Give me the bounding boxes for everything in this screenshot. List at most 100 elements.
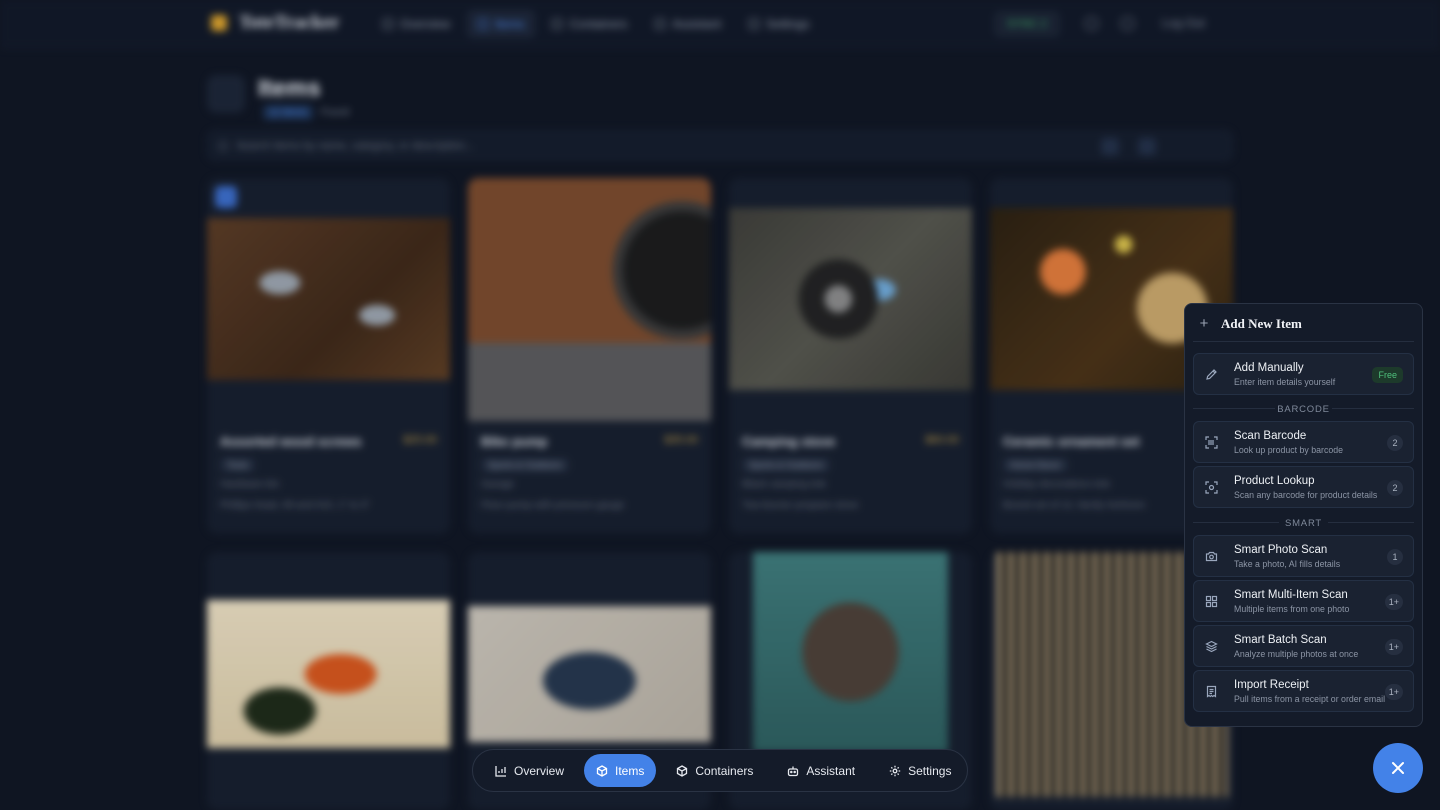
item-card[interactable]: Assorted wood screws $25.00 Tools Hardwa… <box>207 178 450 534</box>
container-icon <box>552 19 563 29</box>
item-description: Boxed set of 12, family heirloom <box>1003 500 1146 511</box>
logout-button[interactable]: Log Out <box>1162 16 1205 30</box>
smart-photo-scan-option[interactable]: Smart Photo Scan Take a photo, AI fills … <box>1193 535 1414 577</box>
item-card[interactable]: Bike pump $35.00 Sports & Outdoors Garag… <box>468 178 711 534</box>
item-card[interactable] <box>207 552 450 810</box>
add-new-item-panel: + Add New Item Add Manually Enter item d… <box>1184 303 1423 727</box>
credit-badge: 1+ <box>1384 684 1403 700</box>
camera-icon <box>1205 550 1218 563</box>
chart-icon <box>495 765 506 777</box>
option-title: Add Manually <box>1234 362 1304 374</box>
top-nav-items[interactable]: Items <box>467 10 536 38</box>
free-badge: Free <box>1372 367 1403 383</box>
bottom-nav-containers[interactable]: Containers <box>662 754 767 787</box>
bottom-nav-settings[interactable]: Settings <box>875 754 965 787</box>
item-location: Holiday decorations tote <box>1003 479 1111 490</box>
item-count-badge: 12 items <box>263 105 313 120</box>
box-icon <box>478 19 489 29</box>
barcode-scan-icon <box>1205 436 1218 449</box>
box-icon <box>596 764 608 777</box>
item-price: $35.00 <box>664 434 698 446</box>
filter-icon[interactable] <box>1070 138 1088 155</box>
grid-view-icon[interactable] <box>1101 138 1119 155</box>
select-checkbox[interactable] <box>215 186 237 208</box>
credit-badge: 2 <box>1387 480 1403 496</box>
item-count-suffix: Found <box>320 107 350 118</box>
panel-title: Add New Item <box>1221 316 1302 331</box>
divider <box>1328 522 1414 523</box>
panel-header: + Add New Item <box>1197 316 1302 332</box>
top-nav-label: Settings <box>766 17 810 31</box>
bottom-nav-assistant[interactable]: Assistant <box>773 754 869 787</box>
product-lookup-option[interactable]: Product Lookup Scan any barcode for prod… <box>1193 466 1414 508</box>
search-icon <box>218 141 228 151</box>
scan-barcode-option[interactable]: Scan Barcode Look up product by barcode … <box>1193 421 1414 463</box>
close-fab-button[interactable] <box>1373 743 1423 793</box>
top-nav-containers[interactable]: Containers <box>541 10 638 38</box>
brand-name: ToteTracker <box>239 12 340 33</box>
list-view-icon[interactable] <box>1138 138 1156 155</box>
help-icon[interactable] <box>1085 17 1098 30</box>
item-photo <box>729 208 972 390</box>
option-subtitle: Pull items from a receipt or order email <box>1234 694 1386 704</box>
gear-icon <box>889 765 901 776</box>
item-category: Tools <box>220 458 256 472</box>
bottom-nav-label: Containers <box>695 763 754 778</box>
item-description: Two-burner propane stove <box>742 500 859 511</box>
layers-icon[interactable] <box>1174 138 1192 155</box>
top-nav-assistant[interactable]: Assistant <box>644 10 732 38</box>
item-photo <box>207 600 450 748</box>
option-subtitle: Scan any barcode for product details <box>1234 490 1378 500</box>
top-nav-label: Overview <box>400 17 451 31</box>
top-navbar: ToteTracker Overview Items Containers As… <box>0 0 1440 48</box>
credit-badge: 2 <box>1387 435 1403 451</box>
top-nav-overview[interactable]: Overview <box>372 10 461 38</box>
item-title: Bike pump <box>481 434 548 449</box>
item-category: Sports & Outdoors <box>742 458 831 472</box>
sync-status-pill[interactable]: SYNC 2 <box>994 11 1060 37</box>
item-location: Black camping tote <box>742 479 827 490</box>
layers-icon <box>1205 640 1218 653</box>
search-bar[interactable]: Search items by name, category, or descr… <box>207 130 1233 161</box>
bottom-nav-label: Assistant <box>806 763 856 778</box>
account-icon[interactable] <box>1121 17 1134 30</box>
bot-icon <box>655 19 666 29</box>
item-card[interactable]: Camping stove $60.00 Sports & Outdoors B… <box>729 178 972 534</box>
item-photo <box>468 606 711 742</box>
chart-icon <box>383 19 393 29</box>
item-price: $60.00 <box>925 434 959 446</box>
bottom-nav-overview[interactable]: Overview <box>481 754 578 787</box>
section-label-barcode: BARCODE <box>1277 404 1330 415</box>
smart-batch-scan-option[interactable]: Smart Batch Scan Analyze multiple photos… <box>1193 625 1414 667</box>
search-placeholder: Search items by name, category, or descr… <box>236 140 475 152</box>
bottom-nav: Overview Items Containers Assistant Sett… <box>472 749 968 792</box>
option-subtitle: Look up product by barcode <box>1234 445 1344 455</box>
credit-badge: 1+ <box>1384 594 1403 610</box>
smart-multi-item-scan-option[interactable]: Smart Multi-Item Scan Multiple items fro… <box>1193 580 1414 622</box>
brand[interactable]: ToteTracker <box>211 12 339 34</box>
item-category: Home Decor <box>1003 458 1068 472</box>
plus-icon: + <box>1199 315 1209 332</box>
option-title: Smart Multi-Item Scan <box>1234 589 1348 601</box>
bottom-nav-label: Overview <box>514 763 565 778</box>
scan-frame-icon <box>1205 481 1218 494</box>
settings-icon[interactable] <box>1210 138 1228 155</box>
add-manually-option[interactable]: Add Manually Enter item details yourself… <box>1193 353 1414 395</box>
item-photo <box>207 218 450 380</box>
top-nav-settings[interactable]: Settings <box>738 10 820 38</box>
grid-icon <box>1205 595 1218 608</box>
item-category: Sports & Outdoors <box>481 458 570 472</box>
item-location: Garage <box>481 479 515 490</box>
credit-badge: 1 <box>1387 549 1403 565</box>
import-receipt-option[interactable]: Import Receipt Pull items from a receipt… <box>1193 670 1414 712</box>
item-title: Ceramic ornament set <box>1003 434 1140 449</box>
divider <box>1332 408 1414 409</box>
item-location: Hardware bin <box>220 479 280 490</box>
bottom-nav-label: Items <box>615 763 645 778</box>
container-icon <box>677 764 688 777</box>
item-price: $25.00 <box>403 434 437 446</box>
section-label-smart: SMART <box>1284 518 1323 529</box>
bottom-nav-items[interactable]: Items <box>584 754 657 787</box>
tote-logo-icon <box>211 15 227 31</box>
option-title: Smart Batch Scan <box>1234 634 1327 646</box>
